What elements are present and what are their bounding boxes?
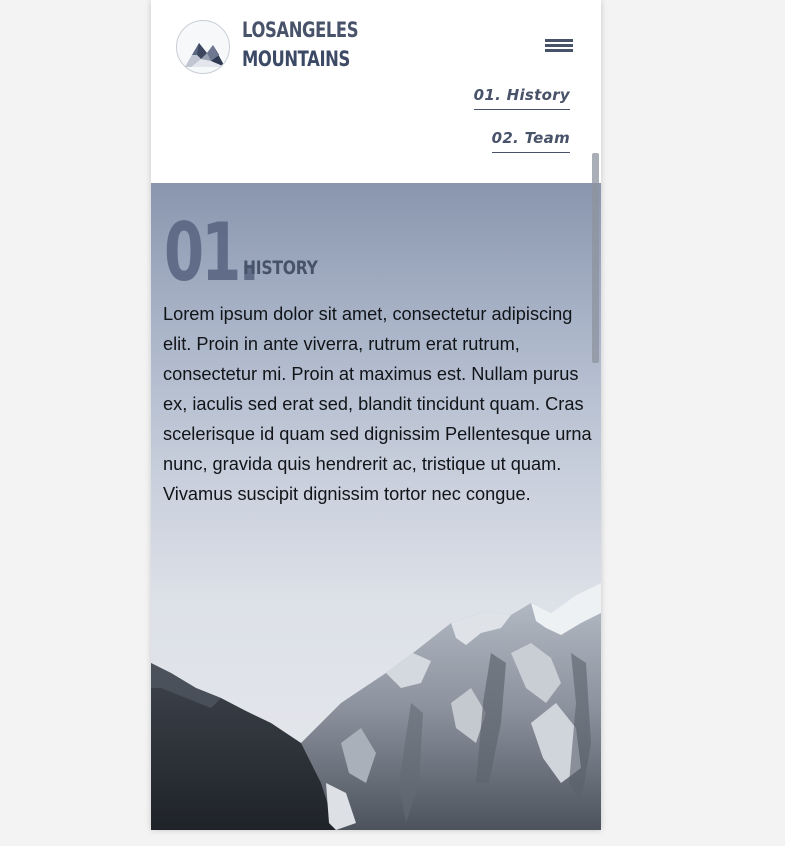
scrollbar-thumb[interactable]	[592, 153, 599, 363]
nav-link-history[interactable]: 01. History	[473, 86, 570, 110]
section-title: HISTORY	[243, 257, 318, 279]
history-section: 01. HISTORY Lorem ipsum dolor sit amet, …	[151, 183, 601, 830]
mobile-page: LOSANGELES MOUNTAINS 01. History 02. Tea…	[151, 0, 601, 830]
mountain-logo-icon[interactable]	[176, 20, 230, 74]
brand-name[interactable]: LOSANGELES MOUNTAINS	[242, 16, 359, 74]
hamburger-menu-icon[interactable]	[545, 39, 573, 55]
brand-line-1: LOSANGELES	[242, 18, 359, 42]
brand-line-2: MOUNTAINS	[242, 47, 350, 71]
section-number: 01.	[164, 206, 260, 299]
site-header: LOSANGELES MOUNTAINS 01. History 02. Tea…	[151, 0, 601, 183]
section-body-text: Lorem ipsum dolor sit amet, consectetur …	[163, 304, 592, 504]
nav-link-team[interactable]: 02. Team	[491, 129, 570, 153]
